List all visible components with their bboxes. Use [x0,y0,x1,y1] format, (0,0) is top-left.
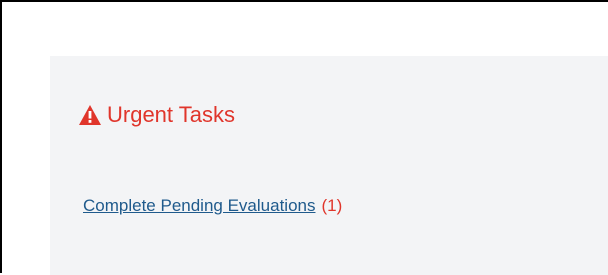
task-count-badge: (1) [321,196,343,215]
urgent-tasks-title: Urgent Tasks [107,102,235,127]
urgent-tasks-panel: Urgent Tasks Complete Pending Evaluation… [50,56,608,275]
complete-pending-evaluations-link[interactable]: Complete Pending Evaluations [83,196,315,215]
window-frame: Urgent Tasks Complete Pending Evaluation… [0,0,608,275]
urgent-tasks-header: Urgent Tasks [79,102,235,128]
warning-triangle-icon [79,105,101,125]
task-item: Complete Pending Evaluations (1) [83,195,342,217]
